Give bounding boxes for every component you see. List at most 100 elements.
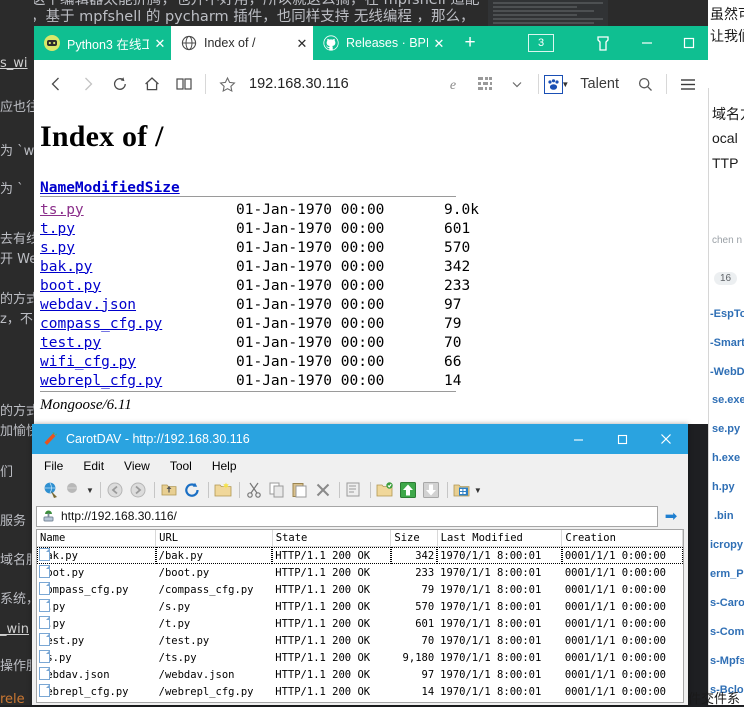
tab-close-icon[interactable]: ✕ (291, 37, 313, 50)
maximize-button[interactable] (668, 26, 710, 60)
carotdav-minimize-button[interactable] (556, 424, 600, 454)
download-icon[interactable] (422, 481, 440, 499)
properties-icon[interactable] (345, 481, 363, 499)
bg-right-link-0[interactable]: -EspTo (710, 308, 744, 320)
table-row[interactable]: bak.py/bak.py HTTP/1.1 200 OK 342 1970/1/1 … (37, 546, 683, 564)
bg-right-link-12[interactable]: s-Mpfs (710, 655, 744, 667)
carotdav-close-button[interactable] (644, 424, 688, 454)
bg-right-link-10[interactable]: s-Caro (710, 597, 744, 609)
extension-dropdown-icon[interactable]: ▼ (561, 80, 569, 89)
sort-by-name-link[interactable]: Name (40, 180, 75, 196)
file-link[interactable]: webdav.json (40, 297, 136, 313)
close-button[interactable] (710, 26, 744, 60)
col-header-modified[interactable]: Last Modified (437, 530, 563, 547)
bg-left-line-9: 加愉快 (0, 424, 34, 439)
listing-cell-name: ts.py (40, 200, 236, 219)
bg-right-link-6[interactable]: h.py (712, 481, 735, 493)
qr-code-icon[interactable] (469, 68, 501, 100)
tab-close-icon[interactable]: ✕ (149, 37, 171, 50)
bg-right-link-1[interactable]: -Smart (710, 337, 744, 349)
tab-close-icon[interactable]: ✕ (428, 37, 450, 50)
table-row[interactable]: compass_cfg.py/compass_cfg.py HTTP/1.1 20… (37, 581, 683, 598)
menu-item-file[interactable]: File (44, 459, 63, 473)
file-link[interactable]: t.py (40, 221, 75, 237)
copy-icon[interactable] (268, 481, 286, 499)
table-row[interactable]: webdav.json/webdav.json HTTP/1.1 200 OK 97… (37, 666, 683, 683)
nav-back-icon[interactable] (106, 481, 124, 499)
forward-icon[interactable] (72, 68, 104, 100)
sort-by-size-link[interactable]: Size (145, 180, 180, 196)
bg-right-link-3[interactable]: se.exe (712, 394, 744, 406)
carotdav-maximize-button[interactable] (600, 424, 644, 454)
refresh-icon[interactable] (104, 68, 136, 100)
connect-caret-icon[interactable]: ▼ (86, 486, 94, 495)
table-row[interactable]: ts.py/ts.py HTTP/1.1 200 OK 9,180 1970/1/1 … (37, 649, 683, 666)
paste-icon[interactable] (291, 481, 309, 499)
go-button[interactable]: ➡ (658, 506, 684, 527)
upload-icon[interactable] (399, 481, 417, 499)
go-up-icon[interactable] (160, 481, 178, 499)
bg-right-link-9[interactable]: erm_Pe (710, 568, 744, 580)
bg-right-link-5[interactable]: h.exe (712, 452, 740, 464)
nav-forward-icon[interactable] (129, 481, 147, 499)
col-header-url[interactable]: URL (155, 530, 273, 547)
bg-right-link-2[interactable]: -WebD (710, 366, 744, 378)
cut-icon[interactable] (245, 481, 263, 499)
search-icon[interactable] (629, 68, 661, 100)
sort-by-modified-link[interactable]: Modified (75, 180, 145, 196)
menu-item-view[interactable]: View (124, 459, 150, 473)
edge-ie-mode-icon[interactable]: e (437, 68, 469, 100)
col-header-size[interactable]: Size (390, 530, 438, 547)
menu-item-tool[interactable]: Tool (170, 459, 192, 473)
cell-size: 79 (421, 583, 435, 596)
new-folder-icon[interactable] (214, 481, 232, 499)
bg-right-link-8[interactable]: icropy (710, 539, 743, 551)
carotdav-address-input[interactable]: http://192.168.30.116/ (36, 505, 658, 527)
table-row[interactable]: test.py/test.py HTTP/1.1 200 OK 70 1970/1/1… (37, 632, 683, 649)
address-bar[interactable]: 192.168.30.116 (243, 69, 437, 99)
table-row[interactable]: webrepl_cfg.py/webrepl_cfg.py HTTP/1.1 20… (37, 683, 683, 700)
file-link[interactable]: webrepl_cfg.py (40, 373, 162, 389)
view-mode-dropdown-icon[interactable]: ▼ (474, 486, 482, 495)
carotdav-file-list[interactable]: Name URL State Size Last Modified Creati… (36, 529, 684, 703)
menu-item-edit[interactable]: Edit (83, 459, 104, 473)
tab-count-badge[interactable]: 3 (528, 34, 554, 52)
tab-index-of[interactable]: Index of / ✕ (171, 26, 313, 60)
carrot-icon (42, 431, 58, 447)
tab-releases[interactable]: Releases · BPI- ✕ (313, 26, 450, 60)
new-tab-button[interactable]: + (453, 26, 487, 60)
bg-right-link-7[interactable]: .bin (714, 510, 734, 522)
col-header-name[interactable]: Name (37, 530, 157, 547)
bg-right-link-4[interactable]: se.py (712, 423, 740, 435)
server-icon (41, 509, 56, 524)
view-mode-icon[interactable] (453, 481, 471, 499)
col-header-creation[interactable]: Creation (561, 530, 683, 547)
connect-dropdown-icon[interactable] (65, 481, 83, 499)
reading-view-icon[interactable] (168, 68, 200, 100)
bg-right-link-11[interactable]: s-Com (710, 626, 744, 638)
file-link[interactable]: wifi_cfg.py (40, 354, 136, 370)
table-row[interactable]: boot.py/boot.py HTTP/1.1 200 OK 233 1970/1/… (37, 564, 683, 581)
hamburger-menu-icon[interactable] (672, 68, 704, 100)
table-row[interactable]: s.py/s.py HTTP/1.1 200 OK 570 1970/1/1 8:00… (37, 598, 683, 615)
file-link[interactable]: ts.py (40, 202, 84, 218)
open-folder-icon[interactable] (376, 481, 394, 499)
file-link[interactable]: boot.py (40, 278, 101, 294)
back-icon[interactable] (40, 68, 72, 100)
connect-icon[interactable] (42, 481, 60, 499)
favorite-star-icon[interactable] (211, 68, 243, 100)
home-icon[interactable] (136, 68, 168, 100)
chevron-down-icon[interactable] (501, 68, 533, 100)
vertical-tabs-icon[interactable] (582, 26, 624, 60)
file-link[interactable]: test.py (40, 335, 101, 351)
menu-item-help[interactable]: Help (212, 459, 237, 473)
file-link[interactable]: compass_cfg.py (40, 316, 162, 332)
delete-icon[interactable] (314, 481, 332, 499)
file-link[interactable]: bak.py (40, 259, 92, 275)
file-link[interactable]: s.py (40, 240, 75, 256)
col-header-state[interactable]: State (272, 530, 392, 547)
table-row[interactable]: t.py/t.py HTTP/1.1 200 OK 601 1970/1/1 8:00… (37, 615, 683, 632)
minimize-button[interactable] (626, 26, 668, 60)
tab-python3[interactable]: Python3 在线工 ✕ (34, 26, 171, 60)
refresh-icon[interactable] (183, 481, 201, 499)
